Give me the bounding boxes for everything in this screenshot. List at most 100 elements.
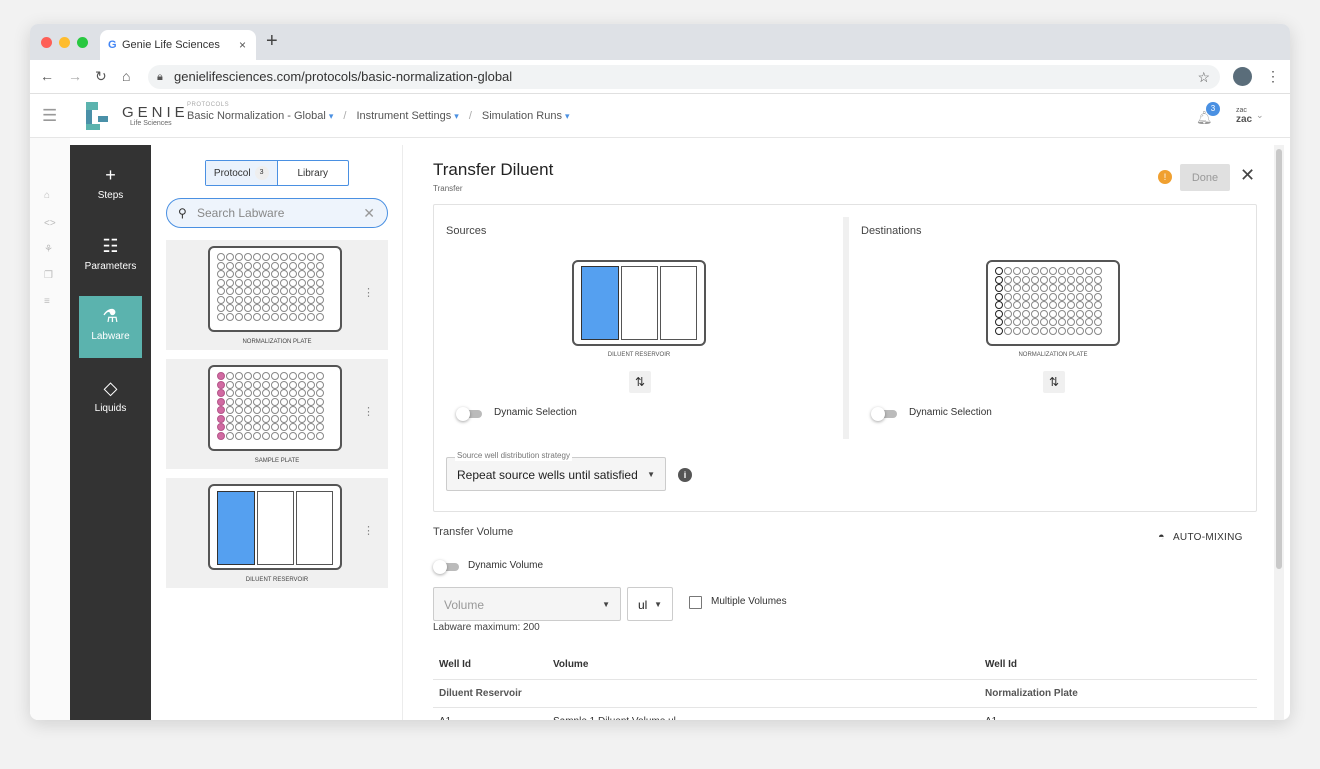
- reload-icon[interactable]: ↻: [95, 68, 107, 85]
- sidebar-item-liquids[interactable]: ◇ Liquids: [79, 368, 142, 430]
- well: [271, 397, 279, 406]
- well: [244, 389, 252, 397]
- multiple-volumes-checkbox[interactable]: [689, 596, 702, 609]
- dropdown-arrow-icon: ▼: [647, 470, 655, 479]
- search-labware-input[interactable]: ⚲ Search Labware ✕: [166, 198, 388, 228]
- tab-protocol[interactable]: Protocol 3: [206, 161, 278, 185]
- hamburger-menu-icon[interactable]: ☰: [42, 106, 57, 126]
- well: [271, 295, 279, 304]
- well: [280, 423, 288, 431]
- well: [307, 270, 315, 278]
- well: [289, 389, 297, 397]
- maximize-window-icon[interactable]: [77, 37, 88, 48]
- panel-divider-handle[interactable]: [843, 217, 849, 439]
- tab-library[interactable]: Library: [278, 161, 349, 185]
- well: [253, 278, 261, 287]
- well: [307, 431, 315, 440]
- back-arrow-icon[interactable]: ←: [40, 68, 54, 84]
- swap-icon[interactable]: ⇅: [1043, 371, 1065, 393]
- distribution-strategy-select[interactable]: Source well distribution strategy Repeat…: [446, 451, 666, 491]
- well: [226, 278, 234, 287]
- well: [1049, 267, 1057, 275]
- well: [1004, 292, 1012, 301]
- well: [226, 372, 234, 380]
- forward-arrow-icon[interactable]: →: [68, 68, 82, 84]
- well: [226, 414, 234, 423]
- well: [235, 389, 243, 397]
- dropdown-arrow-icon: ▼: [654, 600, 662, 609]
- sidebar-item-steps[interactable]: + Steps: [79, 155, 142, 217]
- app-header: ☰ GENIE Life Sciences PROTOCOLS Basic No…: [30, 94, 1290, 138]
- table-cell[interactable]: A1: [979, 707, 1257, 720]
- unit-select[interactable]: ul ▼: [627, 587, 673, 621]
- well: [1085, 301, 1093, 309]
- well: [280, 372, 288, 380]
- done-button[interactable]: Done: [1180, 164, 1230, 191]
- well: [298, 372, 306, 380]
- destination-plate-icon[interactable]: [986, 260, 1120, 346]
- url-field[interactable]: 🔒︎ genielifesciences.com/protocols/basic…: [148, 65, 1220, 89]
- table-cell[interactable]: Sample 1 Diluent Volume ul: [547, 707, 979, 720]
- more-options-icon[interactable]: ⋮: [363, 524, 374, 537]
- browser-tab[interactable]: G Genie Life Sciences ×: [100, 30, 256, 60]
- destination-dynamic-selection-toggle[interactable]: [871, 407, 897, 421]
- well: [235, 261, 243, 270]
- breadcrumb-instrument-settings[interactable]: Instrument Settings ▾: [356, 110, 458, 122]
- dynamic-volume-toggle[interactable]: [433, 560, 459, 574]
- well: [289, 287, 297, 295]
- profile-avatar[interactable]: [1233, 67, 1252, 86]
- minimize-window-icon[interactable]: [59, 37, 70, 48]
- close-tab-icon[interactable]: ×: [239, 38, 246, 52]
- close-icon[interactable]: ✕: [1240, 165, 1255, 186]
- user-menu[interactable]: zac zac: [1236, 106, 1252, 125]
- source-reservoir-icon[interactable]: [572, 260, 706, 346]
- swap-icon[interactable]: ⇅: [629, 371, 651, 393]
- well: [1004, 301, 1012, 309]
- well: [253, 372, 261, 380]
- info-icon[interactable]: i: [678, 468, 692, 482]
- bookmark-star-icon[interactable]: ☆: [1197, 65, 1210, 89]
- clear-search-icon[interactable]: ✕: [363, 199, 375, 227]
- editor-scrollbar[interactable]: [1274, 145, 1284, 720]
- labware-card-label: DILUENT RESERVOIR: [245, 577, 309, 583]
- warning-icon[interactable]: !: [1158, 170, 1172, 184]
- auto-mixing-button[interactable]: ◓ AUTO-MIXING: [1158, 531, 1243, 543]
- chevron-down-icon[interactable]: ⌄: [1256, 110, 1264, 121]
- home-icon[interactable]: ⌂: [122, 68, 130, 84]
- well: [1067, 326, 1075, 335]
- labware-maximum-note: Labware maximum: 200: [433, 622, 540, 633]
- source-dynamic-selection-toggle[interactable]: [456, 407, 482, 421]
- code-icon[interactable]: <>: [44, 218, 56, 229]
- well: [1031, 318, 1039, 326]
- well: [307, 414, 315, 423]
- breadcrumb-simulation-runs[interactable]: Simulation Runs ▾: [482, 110, 570, 122]
- volume-select[interactable]: Volume ▼: [433, 587, 621, 621]
- sidebar-item-parameters[interactable]: ☷ Parameters: [79, 226, 142, 288]
- well: [226, 389, 234, 397]
- well: [253, 431, 261, 440]
- sidebar-item-labware[interactable]: ⚗ Labware: [79, 296, 142, 358]
- browser-menu-icon[interactable]: ⋮: [1266, 68, 1280, 85]
- well: [271, 278, 279, 287]
- tree-icon[interactable]: ⚘: [44, 244, 53, 255]
- close-window-icon[interactable]: [41, 37, 52, 48]
- breadcrumb-protocol[interactable]: Basic Normalization - Global ▾: [187, 110, 333, 122]
- labware-card-diluent-reservoir[interactable]: ⋮ DILUENT RESERVOIR: [166, 478, 388, 588]
- more-options-icon[interactable]: ⋮: [363, 286, 374, 299]
- table-cell[interactable]: A1: [433, 707, 547, 720]
- new-tab-button[interactable]: +: [266, 30, 278, 53]
- well: [217, 295, 225, 304]
- well: [280, 397, 288, 406]
- labware-card-normalization-plate[interactable]: ⋮ NORMALIZATION PLATE: [166, 240, 388, 350]
- well: [226, 270, 234, 278]
- well: [271, 431, 279, 440]
- labware-card-sample-plate[interactable]: ⋮ SAMPLE PLATE: [166, 359, 388, 469]
- home-icon[interactable]: ⌂: [44, 190, 50, 201]
- list-check-icon[interactable]: ≡: [44, 296, 50, 307]
- well: [280, 295, 288, 304]
- well: [1076, 267, 1084, 275]
- copy-icon[interactable]: ❐: [44, 270, 53, 281]
- more-options-icon[interactable]: ⋮: [363, 405, 374, 418]
- well: [217, 312, 225, 321]
- flask-icon: ⚗: [102, 306, 119, 326]
